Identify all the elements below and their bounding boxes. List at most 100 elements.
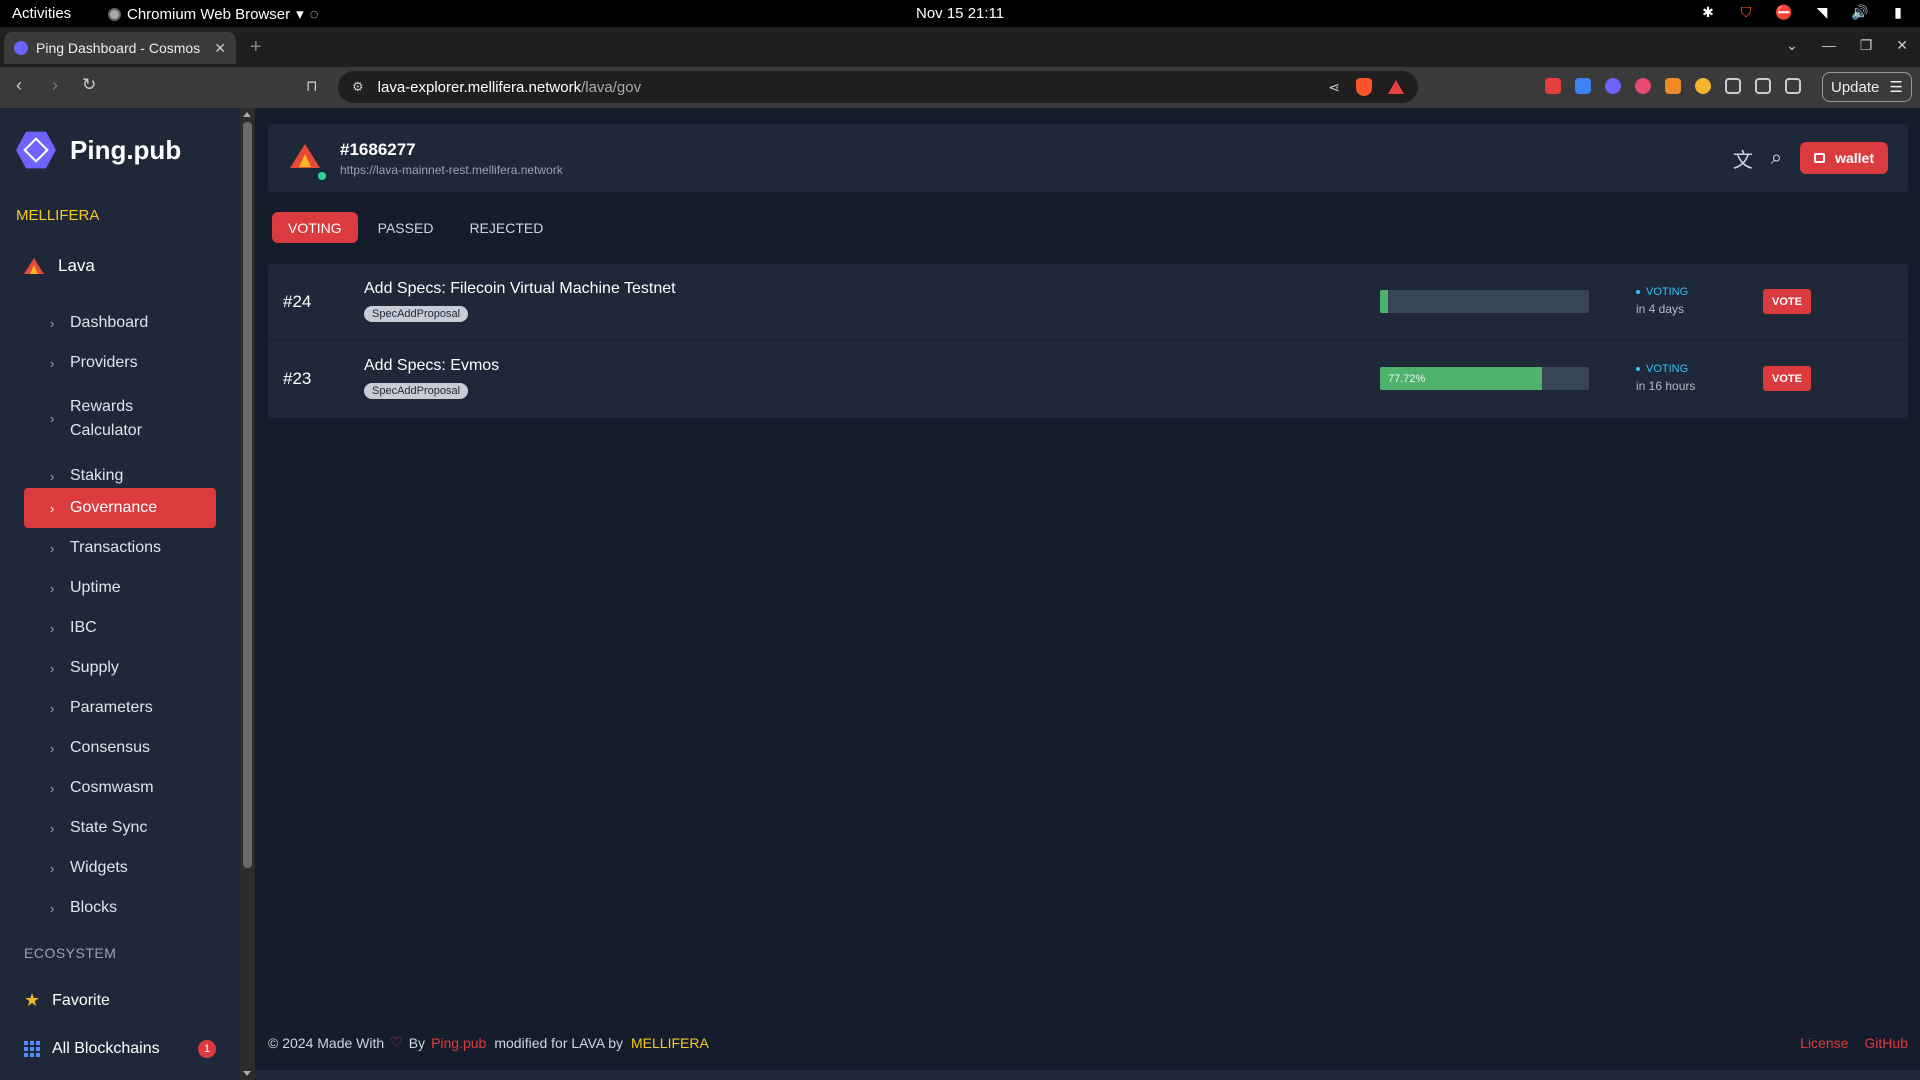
chevron-right-icon: ›	[50, 355, 55, 371]
extension-icon[interactable]	[1605, 78, 1621, 94]
update-button[interactable]: Update ☰	[1822, 72, 1912, 102]
proposal-title[interactable]: Add Specs: Filecoin Virtual Machine Test…	[364, 280, 676, 298]
sidebar-item-favorite[interactable]: ★ Favorite	[24, 990, 110, 1011]
minimize-icon[interactable]: —	[1822, 37, 1836, 54]
sidebar-item-label: Widgets	[70, 859, 128, 876]
chevron-right-icon: ›	[50, 500, 55, 516]
reload-icon[interactable]: ↻	[82, 75, 96, 95]
tab-passed[interactable]: PASSED	[362, 212, 450, 243]
extension-icon[interactable]	[1545, 78, 1561, 94]
address-bar[interactable]: ⚙ lava-explorer.mellifera.network /lava/…	[338, 71, 1418, 103]
tally-progress-fill: 77.72%	[1380, 367, 1543, 390]
new-tab-button[interactable]: +	[250, 36, 262, 59]
close-window-icon[interactable]: ✕	[1896, 37, 1908, 54]
sidebar-item-label: Supply	[70, 659, 119, 676]
brave-rewards-icon[interactable]	[1388, 80, 1404, 94]
block-height[interactable]: #1686277	[340, 140, 416, 160]
battery-icon[interactable]: ▮	[1890, 4, 1906, 20]
chevron-right-icon: ›	[50, 411, 55, 426]
chevron-right-icon: ›	[50, 740, 55, 756]
brave-shields-icon[interactable]	[1356, 78, 1372, 96]
brave-icon[interactable]: ⛉	[1738, 4, 1754, 20]
clock[interactable]: Nov 15 21:11	[916, 5, 1004, 22]
forward-icon[interactable]: ›	[52, 75, 58, 96]
bookmark-icon[interactable]: ⊓	[306, 77, 318, 95]
translate-icon[interactable]: 文	[1733, 144, 1753, 173]
scroll-down-icon[interactable]	[243, 1071, 251, 1076]
sidebar-item-widgets[interactable]: › Widgets	[24, 848, 216, 888]
proposal-row[interactable]: #24 Add Specs: Filecoin Virtual Machine …	[268, 264, 1908, 341]
update-label: Update	[1831, 78, 1880, 96]
extension-icon[interactable]	[1695, 78, 1711, 94]
extension-icon[interactable]	[1575, 78, 1591, 94]
close-tab-icon[interactable]: ✕	[214, 40, 226, 57]
share-icon[interactable]: ⋖	[1328, 79, 1340, 96]
sidebar-item-label: Consensus	[70, 739, 151, 756]
sidebar-item-label: IBC	[70, 619, 97, 636]
sidebar-item-transactions[interactable]: › Transactions	[24, 528, 216, 568]
pingpub-link[interactable]: Ping.pub	[431, 1035, 486, 1051]
tab-voting[interactable]: VOTING	[272, 212, 358, 243]
url-host: lava-explorer.mellifera.network	[377, 78, 582, 96]
extension-icon[interactable]	[1635, 78, 1651, 94]
sidebar-item-label: Cosmwasm	[70, 779, 154, 796]
time-left: in 4 days	[1636, 302, 1685, 316]
system-tray[interactable]: ✱ ⛉ ⛔ ◥ 🔊 ▮	[1700, 4, 1906, 20]
brand-name: Ping.pub	[70, 134, 182, 165]
star-icon: ★	[24, 990, 41, 1010]
wifi-icon[interactable]: ◥	[1814, 4, 1830, 20]
sidebar-item-state-sync[interactable]: › State Sync	[24, 808, 216, 848]
sidebar-item-uptime[interactable]: › Uptime	[24, 568, 216, 608]
app-menu[interactable]: Chromium Web Browser ▾ ◌	[108, 5, 319, 23]
mellifera-link[interactable]: MELLIFERA	[631, 1035, 709, 1051]
github-link[interactable]: GitHub	[1864, 1035, 1908, 1051]
vote-button[interactable]: VOTE	[1763, 289, 1811, 314]
sidebar-item-ibc[interactable]: › IBC	[24, 608, 216, 648]
page: Ping.pub MELLIFERA Lava › Dashboard › Pr…	[0, 108, 1920, 1080]
chain-header: #1686277 https://lava-mainnet-rest.melli…	[268, 124, 1908, 192]
wallet-icon[interactable]	[1785, 78, 1801, 94]
sidebar-item-providers[interactable]: › Providers	[24, 343, 216, 383]
sidebar-item-blocks[interactable]: › Blocks	[24, 888, 216, 928]
sidebar-item-rewards-calculator[interactable]: › Rewards Calculator	[24, 388, 216, 450]
horizontal-scrollbar[interactable]	[255, 1070, 1920, 1080]
back-icon[interactable]: ‹	[16, 75, 22, 96]
favorite-label: Favorite	[52, 991, 110, 1009]
proposal-row[interactable]: #23 Add Specs: Evmos SpecAddProposal 77.…	[268, 341, 1908, 418]
do-not-disturb-icon[interactable]: ⛔	[1775, 4, 1792, 20]
activities-button[interactable]: Activities	[12, 5, 71, 22]
sidebar-item-governance[interactable]: › Governance	[24, 488, 216, 528]
extensions-bar	[1545, 78, 1801, 94]
search-icon[interactable]: ⌕	[1771, 147, 1782, 170]
proposal-title[interactable]: Add Specs: Evmos	[364, 357, 499, 375]
footer-by: By	[408, 1034, 426, 1051]
sidebar-item-label: State Sync	[70, 819, 148, 836]
time-left: in 16 hours	[1636, 379, 1696, 393]
slack-icon[interactable]: ✱	[1700, 4, 1716, 20]
scroll-up-icon[interactable]	[243, 112, 251, 117]
chain-selector[interactable]: Lava	[24, 256, 95, 276]
tab-rejected[interactable]: REJECTED	[453, 212, 559, 243]
site-info-icon[interactable]: ⚙	[352, 79, 364, 95]
side-panel-icon[interactable]	[1755, 78, 1771, 94]
scroll-thumb[interactable]	[243, 122, 252, 868]
sidebar-item-all-blockchains[interactable]: All Blockchains 1	[24, 1040, 216, 1058]
license-link[interactable]: License	[1800, 1035, 1848, 1051]
tab-search-icon[interactable]: ⌄	[1786, 37, 1798, 54]
browser-toolbar: ‹ › ↻ ⊓ ⚙ lava-explorer.mellifera.networ…	[0, 67, 1920, 108]
brand[interactable]: Ping.pub	[16, 130, 181, 170]
sidebar-item-consensus[interactable]: › Consensus	[24, 728, 216, 768]
wallet-button[interactable]: wallet	[1800, 142, 1888, 174]
sidebar-item-cosmwasm[interactable]: › Cosmwasm	[24, 768, 216, 808]
browser-tab[interactable]: Ping Dashboard - Cosmos ✕	[4, 32, 236, 64]
metamask-icon[interactable]	[1665, 78, 1681, 94]
extensions-puzzle-icon[interactable]	[1725, 78, 1741, 94]
vote-button[interactable]: VOTE	[1763, 366, 1811, 391]
sidebar-item-dashboard[interactable]: › Dashboard	[24, 303, 216, 343]
volume-icon[interactable]: 🔊	[1851, 4, 1868, 20]
sidebar-item-supply[interactable]: › Supply	[24, 648, 216, 688]
restore-icon[interactable]: ❐	[1860, 37, 1873, 54]
sidebar-item-label: Blocks	[70, 899, 118, 916]
sidebar-item-parameters[interactable]: › Parameters	[24, 688, 216, 728]
sidebar-scrollbar[interactable]	[240, 108, 255, 1080]
